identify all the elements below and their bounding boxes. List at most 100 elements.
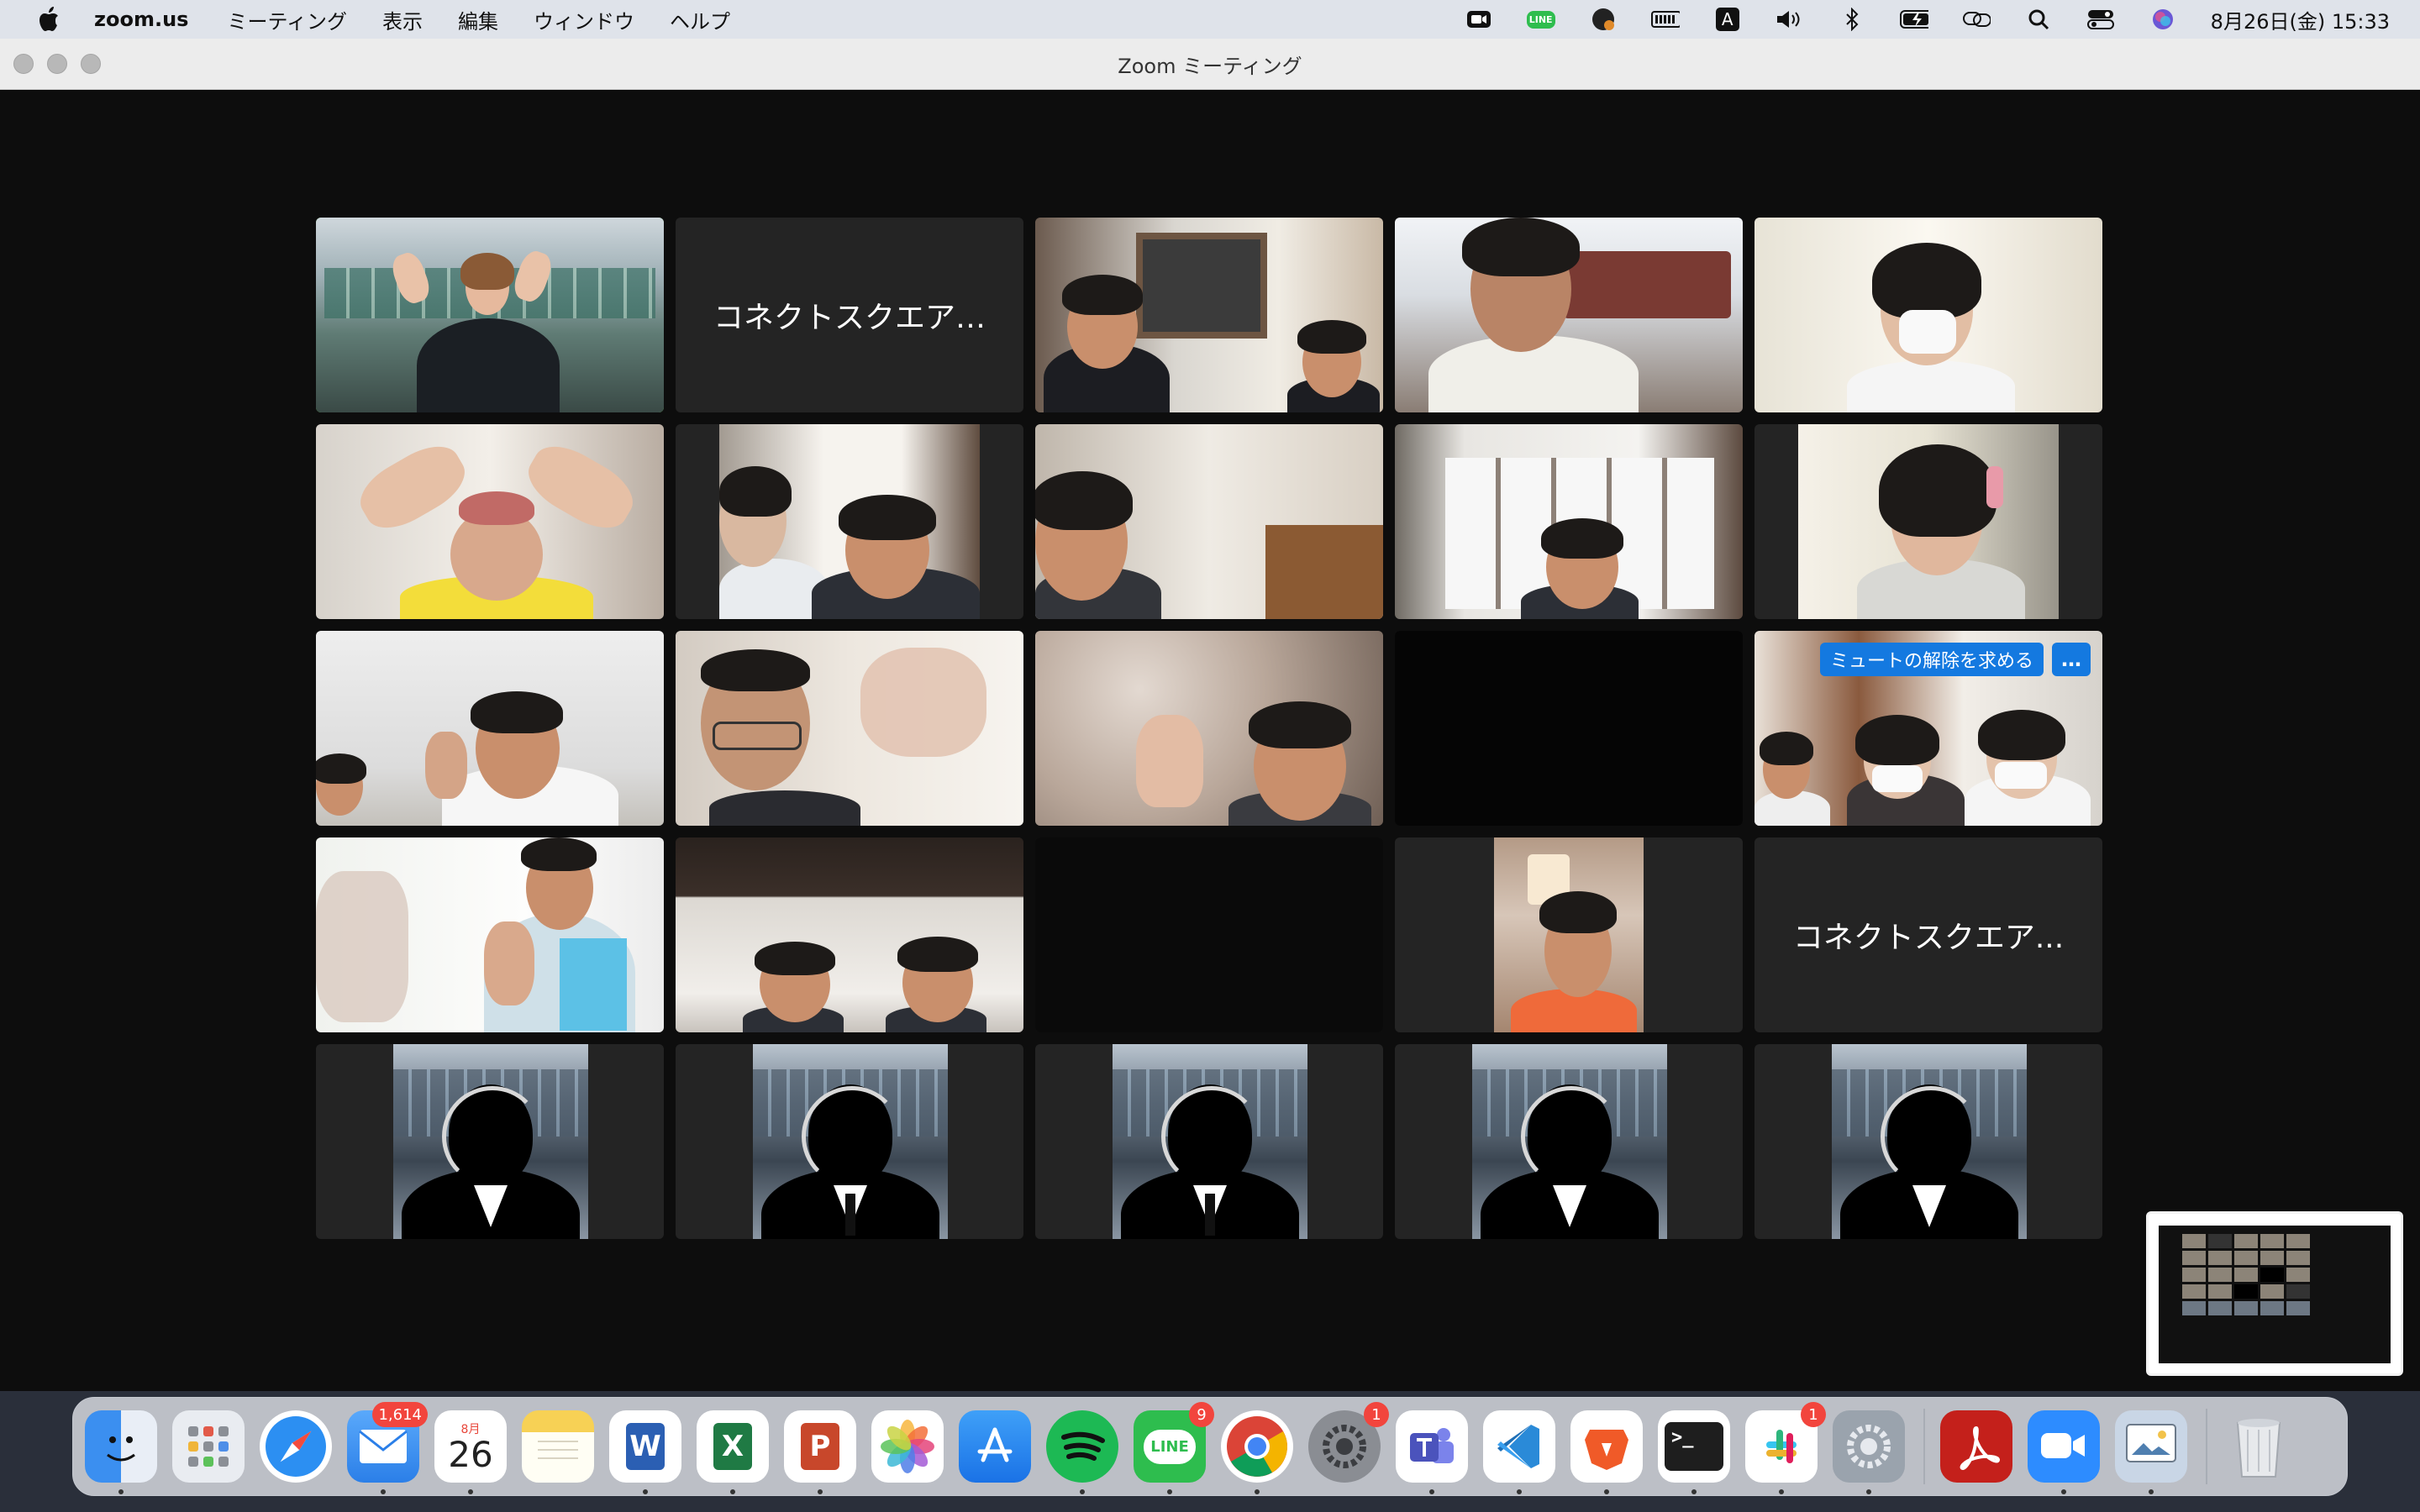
participant-tile[interactable] <box>1035 218 1383 412</box>
menu-meeting[interactable]: ミーティング <box>227 5 347 34</box>
apple-menu-icon[interactable] <box>35 5 60 34</box>
running-indicator <box>468 1489 473 1494</box>
participant-tile-name[interactable]: コネクトスクエア… <box>676 218 1023 412</box>
line-icon[interactable]: LINE <box>1526 7 1555 32</box>
dock-line[interactable]: LINE 9 <box>1134 1402 1214 1494</box>
battery-meter-icon[interactable] <box>1650 7 1680 32</box>
agent-icon[interactable] <box>1589 7 1618 32</box>
participant-tile[interactable] <box>676 837 1023 1032</box>
dock-acrobat[interactable] <box>1940 1410 2012 1483</box>
volume-icon[interactable] <box>1776 7 1804 32</box>
dock-spotify[interactable] <box>1046 1410 1118 1494</box>
participant-tile-avatar[interactable] <box>1395 1044 1743 1239</box>
participant-video <box>316 218 664 412</box>
input-source-icon[interactable]: A <box>1713 7 1742 32</box>
operator-male-avatar <box>1113 1044 1307 1239</box>
dock-zoom[interactable] <box>2028 1410 2100 1494</box>
zoom-icon[interactable] <box>1465 7 1493 32</box>
menu-edit[interactable]: 編集 <box>458 5 498 34</box>
photos-icon <box>881 1420 934 1473</box>
brave-icon <box>1585 1430 1628 1470</box>
dock-separator <box>1923 1409 1925 1484</box>
bluetooth-icon[interactable] <box>1838 7 1866 32</box>
mail-badge: 1,614 <box>372 1402 428 1427</box>
battery-icon[interactable] <box>1899 7 1928 32</box>
dock-brave[interactable] <box>1570 1410 1643 1494</box>
running-indicator <box>1255 1489 1260 1494</box>
participant-tile-avatar[interactable] <box>1754 1044 2102 1239</box>
participant-tile-avatar[interactable] <box>1035 1044 1383 1239</box>
dock-word[interactable]: W <box>609 1410 681 1494</box>
app-store-icon <box>977 1427 1013 1462</box>
running-indicator <box>1080 1489 1085 1494</box>
participant-tile-avatar[interactable] <box>676 1044 1023 1239</box>
dock-system-preferences-old[interactable]: 1 <box>1308 1402 1389 1483</box>
participant-tile-avatar[interactable] <box>316 1044 664 1239</box>
dock-terminal[interactable]: >_ <box>1658 1410 1730 1494</box>
dock-notes[interactable] <box>522 1410 594 1483</box>
powerpoint-icon: P <box>801 1423 839 1470</box>
app-menu-zoom[interactable]: zoom.us <box>94 8 188 31</box>
screen-mirroring-icon[interactable] <box>1962 7 1991 32</box>
participant-tile[interactable] <box>1754 424 2102 619</box>
participant-video <box>1035 837 1383 1032</box>
dock-slack[interactable]: 1 <box>1745 1402 1826 1494</box>
participant-tile[interactable] <box>1395 837 1743 1032</box>
dock-excel[interactable]: X <box>697 1410 769 1494</box>
control-center-icon[interactable] <box>2086 7 2115 32</box>
participant-tile[interactable] <box>316 837 664 1032</box>
menu-bar-clock[interactable]: 8月26日(金) 15:33 <box>2211 5 2390 34</box>
participant-tile-name[interactable]: コネクトスクエア... <box>1754 837 2102 1032</box>
notes-icon <box>538 1441 578 1459</box>
dock-teams[interactable] <box>1396 1410 1468 1494</box>
siri-icon[interactable] <box>2149 7 2177 32</box>
window-thumbnail-preview[interactable] <box>2146 1211 2403 1376</box>
participant-tile[interactable] <box>1754 218 2102 412</box>
running-indicator <box>2061 1489 2066 1494</box>
teams-icon <box>1410 1428 1454 1463</box>
dock-chrome[interactable] <box>1221 1410 1293 1494</box>
dock-photos[interactable] <box>871 1410 944 1483</box>
participant-tile-unmute-request[interactable]: ミュートの解除を求める … <box>1754 631 2102 826</box>
window-titlebar[interactable]: Zoom ミーティング <box>0 39 2420 90</box>
participant-tile-video-off[interactable] <box>1035 837 1383 1032</box>
dock-vscode[interactable] <box>1483 1410 1555 1494</box>
participant-tile[interactable] <box>676 631 1023 826</box>
dock-preview[interactable] <box>2115 1410 2187 1494</box>
launchpad-icon <box>188 1426 229 1467</box>
participant-tile[interactable] <box>1035 631 1383 826</box>
participant-video <box>1035 218 1383 412</box>
menu-window[interactable]: ウィンドウ <box>534 5 634 34</box>
participant-video <box>1035 631 1383 826</box>
participant-tile-active-speaker[interactable] <box>316 218 664 412</box>
more-options-button[interactable]: … <box>2052 643 2091 676</box>
participant-tile[interactable] <box>1395 424 1743 619</box>
dock-calendar[interactable]: 8月 26 <box>434 1410 507 1494</box>
dock-launchpad[interactable] <box>172 1410 245 1483</box>
dock-app-store[interactable] <box>959 1410 1031 1483</box>
dock-trash[interactable] <box>2223 1410 2295 1483</box>
participant-tile[interactable] <box>1035 424 1383 619</box>
search-icon[interactable] <box>2024 7 2053 32</box>
ask-to-unmute-button[interactable]: ミュートの解除を求める <box>1819 643 2044 676</box>
terminal-icon: >_ <box>1665 1422 1723 1471</box>
menu-view[interactable]: 表示 <box>382 5 423 34</box>
dock-powerpoint[interactable]: P <box>784 1410 856 1494</box>
dock-system-preferences[interactable] <box>1833 1410 1905 1494</box>
slack-icon <box>1766 1430 1797 1463</box>
trash-icon <box>2236 1419 2281 1478</box>
gear-icon <box>1323 1425 1366 1468</box>
spotify-icon <box>1061 1431 1105 1461</box>
participant-tile-video-off[interactable] <box>1395 631 1743 826</box>
dock-separator <box>2206 1409 2207 1484</box>
operator-female-avatar <box>1472 1044 1667 1239</box>
dock-mail[interactable]: 1,614 <box>347 1402 428 1494</box>
participant-tile[interactable] <box>1395 218 1743 412</box>
participant-tile[interactable] <box>316 631 664 826</box>
dock-safari[interactable] <box>260 1410 332 1483</box>
participant-video <box>1395 631 1743 826</box>
participant-tile[interactable] <box>316 424 664 619</box>
participant-tile[interactable] <box>676 424 1023 619</box>
dock-finder[interactable] <box>85 1410 157 1494</box>
menu-help[interactable]: ヘルプ <box>670 5 730 34</box>
